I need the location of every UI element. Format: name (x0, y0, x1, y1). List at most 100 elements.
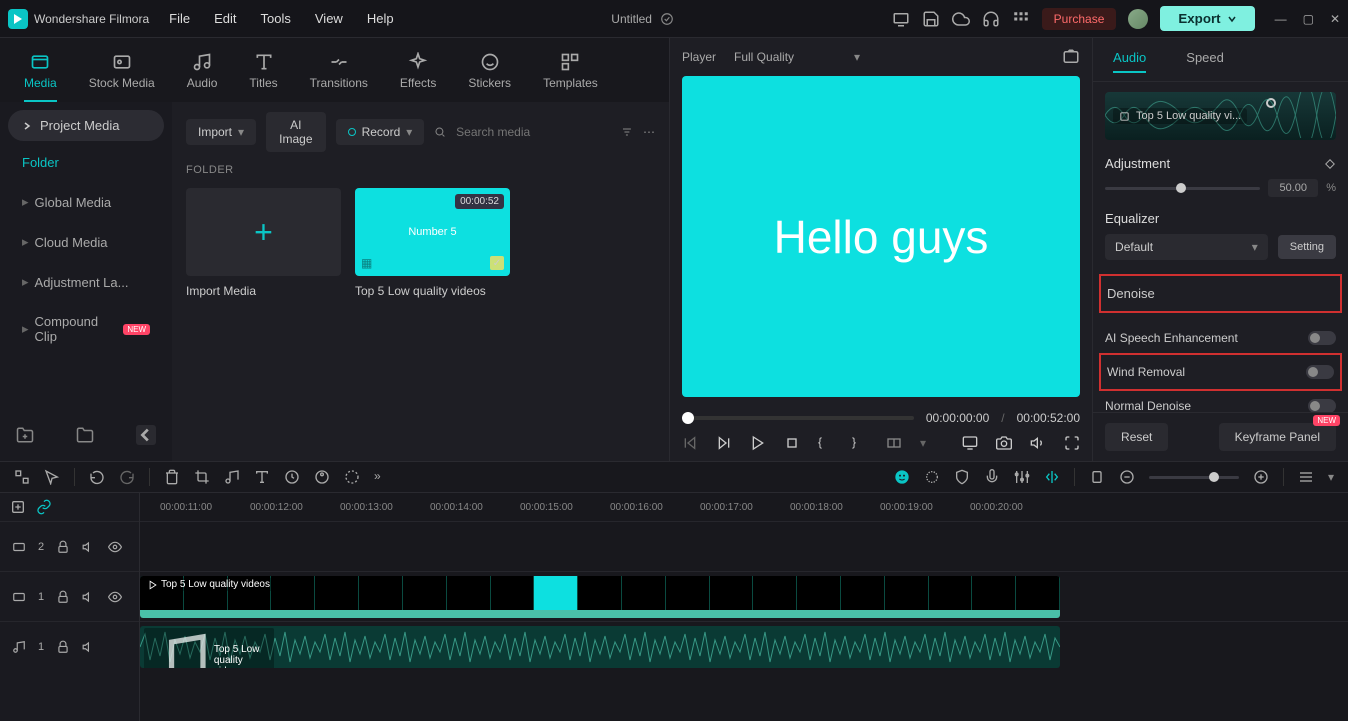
save-icon[interactable] (922, 10, 940, 28)
audio-track-1-header[interactable]: 1 (0, 621, 139, 671)
menu-edit[interactable]: Edit (214, 11, 236, 26)
purchase-button[interactable]: Purchase (1042, 8, 1117, 30)
aspect-icon[interactable] (886, 435, 902, 451)
snapshot-gallery-icon[interactable] (1062, 48, 1080, 66)
sidebar-compound-clip[interactable]: ▸Compound ClipNEW (8, 304, 164, 354)
sidebar-adjustment-layer[interactable]: ▸Adjustment La... (8, 264, 164, 300)
video-track-1-header[interactable]: 1 (0, 571, 139, 621)
cloud-icon[interactable] (952, 10, 970, 28)
play-icon[interactable] (750, 435, 766, 451)
video-track-1[interactable]: Top 5 Low quality videos (140, 571, 1348, 621)
marker-add-icon[interactable] (1089, 469, 1105, 485)
adjustment-value[interactable]: 50.00 (1268, 179, 1318, 197)
add-track-icon[interactable] (10, 499, 26, 515)
zoom-out-icon[interactable] (1119, 469, 1135, 485)
tab-audio[interactable]: Audio (187, 46, 218, 102)
media-item-video[interactable]: 00:00:52 Number 5 ▦ ✓ Top 5 Low quality … (355, 188, 510, 298)
equalizer-preset-select[interactable]: Default▾ (1105, 234, 1268, 260)
prev-icon[interactable] (682, 435, 698, 451)
normal-denoise-toggle[interactable] (1308, 399, 1336, 412)
keyframe-panel-button[interactable]: Keyframe Panel NEW (1219, 423, 1336, 451)
eye-icon[interactable] (108, 590, 122, 604)
zoom-slider[interactable] (1149, 476, 1239, 479)
link-icon[interactable] (36, 499, 52, 515)
collapse-sidebar-icon[interactable] (136, 425, 156, 445)
mixer-icon[interactable] (1014, 469, 1030, 485)
mute-icon[interactable] (82, 540, 96, 554)
menu-file[interactable]: File (169, 11, 190, 26)
mask-icon[interactable] (344, 469, 360, 485)
tab-speed-inspector[interactable]: Speed (1186, 50, 1224, 73)
folder-filter[interactable]: Folder (8, 145, 164, 180)
screen-icon[interactable] (892, 10, 910, 28)
step-forward-icon[interactable] (716, 435, 732, 451)
fullscreen-icon[interactable] (1064, 435, 1080, 451)
import-media-card[interactable]: + Import Media (186, 188, 341, 298)
undo-icon[interactable] (89, 469, 105, 485)
music-icon[interactable] (224, 469, 240, 485)
display-icon[interactable] (962, 435, 978, 451)
ai-speech-toggle[interactable] (1308, 331, 1336, 345)
avatar[interactable] (1128, 9, 1148, 29)
equalizer-setting-button[interactable]: Setting (1278, 235, 1336, 259)
ai-image-button[interactable]: AI Image (266, 112, 326, 152)
mute-icon[interactable] (82, 640, 96, 654)
volume-icon[interactable] (1030, 435, 1046, 451)
speed-icon[interactable] (284, 469, 300, 485)
cursor-icon[interactable] (44, 469, 60, 485)
tab-transitions[interactable]: Transitions (310, 46, 368, 102)
timeline-ruler[interactable]: 00:00:11:00 00:00:12:00 00:00:13:00 00:0… (140, 493, 1348, 521)
search-input[interactable] (456, 125, 611, 139)
tab-effects[interactable]: Effects (400, 46, 436, 102)
window-maximize[interactable]: ▢ (1303, 12, 1314, 26)
tab-templates[interactable]: Templates (543, 46, 598, 102)
import-button[interactable]: Import▾ (186, 119, 256, 145)
keyframe-diamond-icon[interactable] (1324, 158, 1336, 170)
apps-icon[interactable] (1012, 10, 1030, 28)
lock-icon[interactable] (56, 640, 70, 654)
tab-media[interactable]: Media (24, 46, 57, 102)
timeline-tracks-area[interactable]: 00:00:11:00 00:00:12:00 00:00:13:00 00:0… (140, 493, 1348, 721)
seek-slider[interactable] (682, 416, 914, 420)
text-icon[interactable] (254, 469, 270, 485)
wind-removal-toggle[interactable] (1306, 365, 1334, 379)
add-folder-icon[interactable] (16, 426, 34, 444)
more-tools-icon[interactable]: » (374, 469, 390, 485)
record-button[interactable]: Record▾ (336, 119, 425, 145)
sidebar-cloud-media[interactable]: ▸Cloud Media (8, 224, 164, 260)
reset-button[interactable]: Reset (1105, 423, 1168, 451)
window-close[interactable]: ✕ (1330, 12, 1340, 26)
menu-help[interactable]: Help (367, 11, 394, 26)
search-icon[interactable] (434, 124, 446, 140)
list-view-icon[interactable] (1298, 469, 1314, 485)
window-minimize[interactable]: — (1275, 12, 1287, 26)
eye-icon[interactable] (108, 540, 122, 554)
mark-in-icon[interactable]: { (818, 435, 834, 451)
color-icon[interactable] (314, 469, 330, 485)
tab-titles[interactable]: Titles (249, 46, 277, 102)
ai-assistant-icon[interactable] (894, 469, 910, 485)
redo-icon[interactable] (119, 469, 135, 485)
adjustment-slider[interactable] (1105, 187, 1260, 190)
folder-icon[interactable] (76, 426, 94, 444)
project-media-button[interactable]: Project Media (8, 110, 164, 141)
stop-icon[interactable] (784, 435, 800, 451)
more-icon[interactable]: ⋯ (643, 125, 655, 139)
delete-icon[interactable] (164, 469, 180, 485)
tab-stock-media[interactable]: Stock Media (89, 46, 155, 102)
menu-tools[interactable]: Tools (261, 11, 291, 26)
tab-audio-inspector[interactable]: Audio (1113, 50, 1146, 73)
sync-icon[interactable] (660, 12, 674, 26)
fit-icon[interactable] (14, 469, 30, 485)
audio-track-1[interactable]: Top 5 Low quality videos (140, 621, 1348, 671)
export-button[interactable]: Export (1160, 6, 1254, 31)
video-clip[interactable]: Top 5 Low quality videos (140, 576, 1060, 618)
audio-clip[interactable]: Top 5 Low quality videos (140, 626, 1060, 668)
zoom-in-icon[interactable] (1253, 469, 1269, 485)
video-track-2[interactable] (140, 521, 1348, 571)
headphones-icon[interactable] (982, 10, 1000, 28)
split-icon[interactable] (1044, 469, 1060, 485)
mute-icon[interactable] (82, 590, 96, 604)
filter-icon[interactable] (621, 124, 633, 140)
video-track-2-header[interactable]: 2 (0, 521, 139, 571)
